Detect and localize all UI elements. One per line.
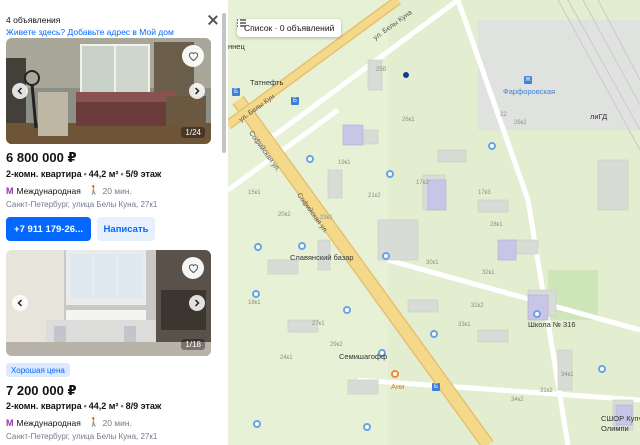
list-icon — [237, 19, 246, 27]
walking-person-icon: 🚶 — [88, 417, 100, 427]
house-number: 23к1 — [320, 215, 333, 221]
poi-icon[interactable] — [382, 252, 390, 260]
map-view[interactable]: Список · 0 объявлений ул. Белы Куна Софи… — [228, 0, 640, 445]
bus-stop-icon[interactable]: Б — [291, 97, 299, 105]
house-number: 15к1 — [248, 190, 261, 196]
walk-time: 20 мин. — [102, 185, 132, 196]
house-number: 27к1 — [312, 321, 325, 327]
poi-icon[interactable] — [306, 155, 314, 163]
place-label: Олимпи — [601, 424, 629, 433]
listing-address: Санкт-Петербург, улица Белы Куна, 27к1 — [6, 200, 158, 209]
map-canvas — [228, 0, 640, 445]
poi-icon[interactable] — [254, 243, 262, 251]
poi-icon[interactable] — [488, 142, 496, 150]
listing-price[interactable]: 6 800 000 ₽ — [6, 150, 77, 166]
house-number: 19к1 — [338, 160, 351, 166]
poi-icon[interactable] — [430, 330, 438, 338]
walking-person-icon: 🚶 — [88, 185, 100, 195]
food-icon[interactable] — [391, 370, 399, 378]
house-number: 20к2 — [278, 212, 291, 218]
poi-icon[interactable] — [386, 170, 394, 178]
metro-station: Международная — [16, 417, 81, 428]
house-number: 17к3 — [478, 190, 491, 196]
house-number: 29к2 — [330, 342, 343, 348]
house-number: 32к1 — [482, 270, 495, 276]
bus-stop-icon[interactable]: Б — [432, 383, 440, 391]
bus-stop-icon[interactable]: Б — [232, 88, 240, 96]
school-label: Школа № 316 — [528, 320, 576, 329]
poi-icon[interactable] — [253, 420, 261, 428]
metro-station-icon[interactable]: Ж — [524, 76, 532, 84]
house-number: 33к1 — [458, 322, 471, 328]
rooms-label: 2-комн. квартира — [6, 401, 82, 411]
favorite-heart-icon[interactable] — [182, 45, 204, 67]
poi-icon[interactable] — [252, 290, 260, 298]
good-price-badge: Хорошая цена — [6, 363, 70, 377]
next-photo-arrow-icon[interactable] — [189, 83, 205, 99]
place-label: СШОР Купчи — [601, 414, 640, 423]
prev-photo-arrow-icon[interactable] — [12, 83, 28, 99]
house-number: 28к1 — [490, 222, 503, 228]
location-marker-icon[interactable] — [403, 72, 409, 78]
station-label: Фарфоровская — [503, 87, 556, 96]
rooms-label: 2-комн. квартира — [6, 169, 82, 179]
house-number: 22 — [500, 112, 507, 118]
photo-counter: 1/24 — [181, 127, 205, 138]
poi-icon[interactable] — [598, 365, 606, 373]
listing-specs: 2-комн. квартира • 44,2 м² • 5/9 этаж — [6, 169, 162, 179]
place-label: Семишагофф — [339, 352, 388, 361]
add-address-link[interactable]: Живете здесь? Добавьте адрес в Мой дом — [6, 27, 174, 37]
poi-icon[interactable] — [363, 423, 371, 431]
floor-label: 8/9 этаж — [125, 401, 162, 411]
place-label: Славянский базар — [290, 253, 354, 262]
area-label: 44,2 м² — [88, 169, 119, 179]
house-number: 32к2 — [471, 303, 484, 309]
list-toggle-button[interactable]: Список · 0 объявлений — [237, 19, 342, 37]
listing-specs: 2-комн. квартира • 44,2 м² • 8/9 этаж — [6, 401, 162, 411]
house-number: 26к2 — [514, 120, 527, 126]
show-phone-button[interactable]: +7 911 179-26... — [6, 217, 91, 241]
house-number: 34к2 — [511, 397, 524, 403]
house-number: 34к1 — [561, 372, 574, 378]
listing-photo[interactable]: 1/24 — [6, 38, 211, 144]
poi-icon[interactable] — [343, 306, 351, 314]
house-number: 30к1 — [426, 260, 439, 266]
metro-icon: M — [6, 185, 14, 196]
house-number: 31к2 — [540, 388, 553, 394]
listings-panel: 4 объявления Живете здесь? Добавьте адре… — [0, 0, 228, 445]
floor-label: 5/9 этаж — [125, 169, 162, 179]
place-label: ннец — [228, 42, 245, 51]
listings-count: 4 объявления — [6, 15, 61, 25]
place-label: лиГД — [590, 112, 608, 121]
metro-info: M Международная 🚶 20 мин. — [6, 417, 132, 428]
walk-time: 20 мин. — [102, 417, 132, 428]
place-label: Ани — [391, 382, 405, 391]
house-number: 18к1 — [248, 300, 261, 306]
area-label: 44,2 м² — [88, 401, 119, 411]
store-icon[interactable] — [298, 242, 306, 250]
house-number: 17к2 — [416, 180, 429, 186]
metro-station: Международная — [16, 185, 81, 196]
school-icon[interactable] — [533, 310, 541, 318]
house-number: 25б — [376, 67, 387, 73]
photo-counter: 1/18 — [181, 339, 205, 350]
scrollbar[interactable] — [222, 13, 226, 153]
listing-price[interactable]: 7 200 000 ₽ — [6, 383, 77, 399]
listing-photo[interactable]: 1/18 — [6, 250, 211, 356]
metro-info: M Международная 🚶 20 мин. — [6, 185, 132, 196]
list-button-label: Список · 0 объявлений — [244, 23, 335, 33]
next-photo-arrow-icon[interactable] — [189, 295, 205, 311]
house-number: 21к2 — [368, 193, 381, 199]
write-message-button[interactable]: Написать — [97, 217, 155, 241]
favorite-heart-icon[interactable] — [182, 257, 204, 279]
house-number: 24к1 — [280, 355, 293, 361]
prev-photo-arrow-icon[interactable] — [12, 295, 28, 311]
metro-icon: M — [6, 417, 14, 428]
close-icon[interactable] — [207, 14, 219, 26]
app-root: 4 объявления Живете здесь? Добавьте адре… — [0, 0, 640, 445]
house-number: 26к1 — [402, 117, 415, 123]
place-label: Татнефть — [250, 78, 284, 87]
listing-address: Санкт-Петербург, улица Белы Куна, 27к1 — [6, 432, 158, 441]
